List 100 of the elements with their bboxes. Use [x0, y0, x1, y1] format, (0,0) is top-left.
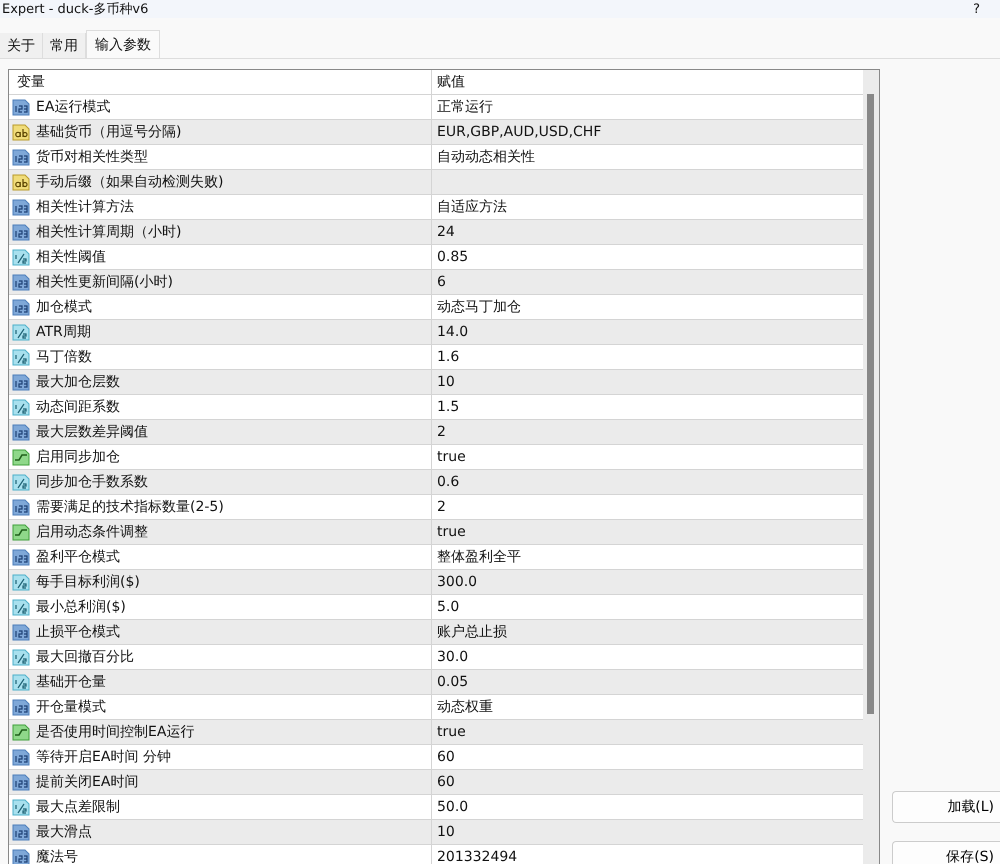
parameter-value[interactable]: 300.0	[437, 574, 478, 590]
integer-type-icon	[12, 148, 30, 166]
integer-type-icon	[12, 198, 30, 216]
parameter-value[interactable]: EUR,GBP,AUD,USD,CHF	[437, 124, 602, 140]
parameter-name: 最大加仓层数	[36, 373, 120, 391]
integer-type-icon	[12, 823, 30, 841]
parameter-value[interactable]: 整体盈利全平	[437, 548, 521, 566]
fraction-type-icon	[12, 323, 30, 341]
parameter-name: 动态间距系数	[36, 398, 120, 416]
parameter-name: 启用同步加仓	[36, 448, 120, 466]
scrollbar-thumb[interactable]	[867, 94, 874, 714]
parameter-name: 最小总利润($)	[36, 598, 126, 616]
parameter-value[interactable]: true	[437, 724, 466, 740]
parameter-name: 手动后缀（如果自动检测失败)	[36, 173, 224, 191]
parameter-name: 需要满足的技术指标数量(2-5)	[36, 498, 224, 516]
parameter-name: 盈利平仓模式	[36, 548, 120, 566]
integer-type-icon	[12, 273, 30, 291]
dialog-button[interactable]: 加载(L)	[892, 791, 1000, 823]
parameter-name: ATR周期	[36, 323, 91, 341]
text-type-icon	[12, 123, 30, 141]
parameter-name: 最大点差限制	[36, 798, 120, 816]
parameter-value[interactable]: 账户总止损	[437, 623, 507, 641]
parameter-name: 基础开仓量	[36, 673, 106, 691]
parameter-name: 等待开启EA时间 分钟	[36, 748, 171, 766]
parameter-value[interactable]: 60	[437, 749, 455, 765]
parameter-value[interactable]: 自适应方法	[437, 198, 507, 216]
parameter-name: 同步加仓手数系数	[36, 473, 148, 491]
parameter-value[interactable]: 自动动态相关性	[437, 148, 535, 166]
parameter-name: 基础货币（用逗号分隔)	[36, 123, 182, 141]
fraction-type-icon	[12, 673, 30, 691]
integer-type-icon	[12, 98, 30, 116]
parameter-value[interactable]: 14.0	[437, 324, 468, 340]
parameter-value[interactable]: true	[437, 449, 466, 465]
parameter-value[interactable]: 10	[437, 824, 455, 840]
integer-type-icon	[12, 373, 30, 391]
parameter-name: 相关性阈值	[36, 248, 106, 266]
toggle-type-icon	[12, 723, 30, 741]
parameter-value[interactable]: 60	[437, 774, 455, 790]
tab[interactable]: 输入参数	[86, 30, 160, 58]
parameter-value[interactable]: true	[437, 524, 466, 540]
parameter-name: 货币对相关性类型	[36, 148, 148, 166]
fraction-type-icon	[12, 473, 30, 491]
parameter-value[interactable]: 动态权重	[437, 698, 493, 716]
parameter-name: 相关性更新间隔(小时)	[36, 273, 173, 291]
integer-type-icon	[12, 748, 30, 766]
parameter-value[interactable]: 2	[437, 424, 446, 440]
parameter-value[interactable]: 30.0	[437, 649, 468, 665]
parameter-value[interactable]: 5.0	[437, 599, 460, 615]
parameter-name: 相关性计算周期（小时)	[36, 223, 182, 241]
parameter-value[interactable]: 0.85	[437, 249, 468, 265]
integer-type-icon	[12, 423, 30, 441]
fraction-type-icon	[12, 398, 30, 416]
parameter-name: 最大滑点	[36, 823, 92, 841]
tab[interactable]: 常用	[43, 33, 86, 58]
help-button[interactable]: ?	[973, 2, 980, 16]
integer-type-icon	[12, 223, 30, 241]
parameter-value[interactable]: 201332494	[437, 849, 518, 864]
parameter-name: 最大回撤百分比	[36, 648, 134, 666]
parameter-name: 相关性计算方法	[36, 198, 134, 216]
tab[interactable]: 关于	[0, 33, 43, 58]
parameter-name: 最大层数差异阈值	[36, 423, 148, 441]
integer-type-icon	[12, 548, 30, 566]
integer-type-icon	[12, 298, 30, 316]
parameter-name: 魔法号	[36, 848, 78, 864]
parameter-value[interactable]: 10	[437, 374, 455, 390]
dialog-button[interactable]: 保存(S)	[892, 841, 1000, 864]
toggle-type-icon	[12, 448, 30, 466]
parameter-name: 每手目标利润($)	[36, 573, 140, 591]
fraction-type-icon	[12, 573, 30, 591]
text-type-icon	[12, 173, 30, 191]
parameter-name: 是否使用时间控制EA运行	[36, 723, 194, 741]
column-header: 变量	[9, 70, 432, 94]
integer-type-icon	[12, 498, 30, 516]
parameter-value[interactable]: 动态马丁加仓	[437, 298, 521, 316]
integer-type-icon	[12, 623, 30, 641]
parameter-value[interactable]: 1.6	[437, 349, 460, 365]
fraction-type-icon	[12, 348, 30, 366]
fraction-type-icon	[12, 248, 30, 266]
integer-type-icon	[12, 848, 30, 864]
column-header: 赋值	[436, 73, 466, 92]
parameter-value[interactable]: 24	[437, 224, 455, 240]
parameter-value[interactable]: 0.05	[437, 674, 468, 690]
parameter-value[interactable]: 1.5	[437, 399, 460, 415]
parameter-value[interactable]: 6	[437, 274, 446, 290]
parameter-name: 提前关闭EA时间	[36, 773, 138, 791]
toggle-type-icon	[12, 523, 30, 541]
fraction-type-icon	[12, 798, 30, 816]
parameter-name: 启用动态条件调整	[36, 523, 148, 541]
integer-type-icon	[12, 773, 30, 791]
parameter-name: EA运行模式	[36, 98, 110, 116]
parameter-value[interactable]: 2	[437, 499, 446, 515]
parameter-name: 止损平仓模式	[36, 623, 120, 641]
fraction-type-icon	[12, 598, 30, 616]
parameter-value[interactable]: 50.0	[437, 799, 468, 815]
parameter-name: 马丁倍数	[36, 348, 92, 366]
window-title: Expert - duck-多币种v6	[2, 1, 148, 18]
parameter-name: 开仓量模式	[36, 698, 106, 716]
parameter-value[interactable]: 0.6	[437, 474, 460, 490]
parameter-name: 加仓模式	[36, 298, 92, 316]
parameter-value[interactable]: 正常运行	[437, 98, 493, 116]
